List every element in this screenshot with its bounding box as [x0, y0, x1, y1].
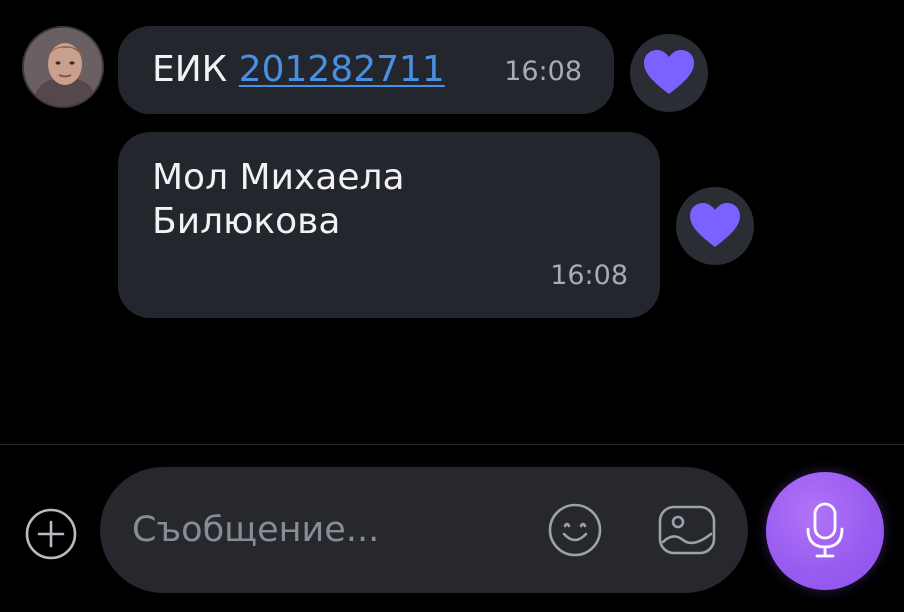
- phone-link[interactable]: 201282711: [239, 49, 445, 90]
- message-bubble[interactable]: Мол Михаела Билюкова 16:08: [118, 132, 660, 318]
- smiley-icon: [548, 503, 602, 557]
- image-icon: [658, 505, 716, 555]
- message-time: 16:08: [504, 56, 582, 87]
- microphone-icon: [806, 502, 844, 558]
- gallery-button[interactable]: [656, 499, 718, 561]
- reaction-button[interactable]: [676, 187, 754, 265]
- message-text: ЕИК 201282711: [152, 48, 445, 92]
- message-line: Билюкова: [152, 201, 341, 242]
- message-prefix: ЕИК: [152, 49, 239, 90]
- plus-circle-icon: [25, 508, 77, 560]
- add-attachment-button[interactable]: [24, 507, 78, 561]
- composer-divider: [0, 444, 904, 445]
- message-composer: [100, 467, 748, 593]
- message-input[interactable]: [132, 501, 532, 559]
- heart-icon: [644, 50, 694, 94]
- message-line: Мол Михаела: [152, 157, 405, 198]
- avatar-portrait: [24, 28, 102, 106]
- chat-screen: ЕИК 201282711 16:08 Мол Михаела Билюкова…: [0, 0, 904, 612]
- emoji-button[interactable]: [546, 501, 604, 559]
- heart-icon: [690, 203, 740, 247]
- contact-avatar[interactable]: [22, 26, 104, 108]
- message-time: 16:08: [550, 260, 628, 291]
- reaction-button[interactable]: [630, 34, 708, 112]
- voice-message-button[interactable]: [766, 472, 884, 590]
- message-text: Мол Михаела Билюкова: [152, 156, 405, 244]
- message-bubble[interactable]: ЕИК 201282711 16:08: [118, 26, 614, 114]
